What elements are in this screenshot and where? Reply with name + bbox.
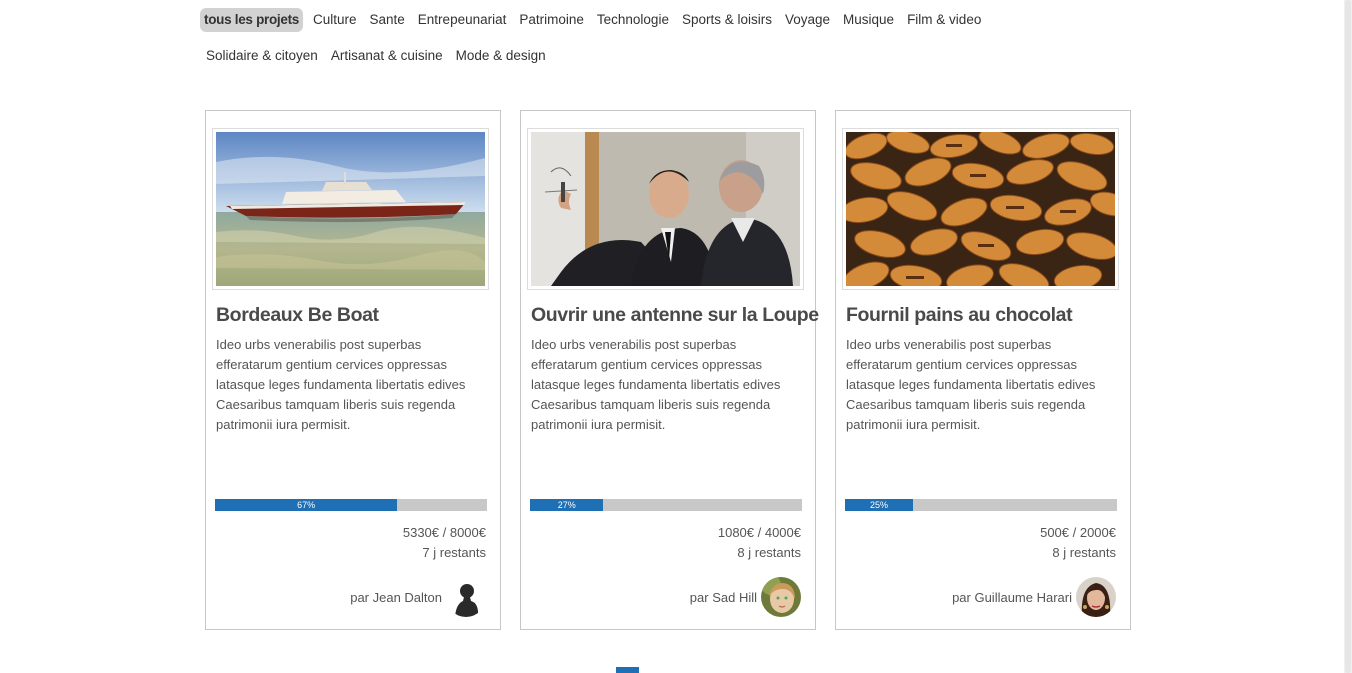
author-row: par Guillaume Harari xyxy=(952,577,1116,617)
project-photo-frame[interactable] xyxy=(842,128,1119,290)
days-remaining: 7 j restants xyxy=(422,545,486,560)
progress-percent: 67% xyxy=(297,500,316,510)
progress-percent: 27% xyxy=(557,500,576,510)
project-card[interactable]: Ouvrir une antenne sur la Loupe Ideo urb… xyxy=(520,110,819,630)
author-name[interactable]: par Sad Hill xyxy=(690,590,757,605)
project-photo-frame[interactable] xyxy=(527,128,804,290)
category-filter-bar: tous les projets Culture Sante Entrepeun… xyxy=(200,8,1080,67)
page-scrollbar[interactable] xyxy=(1344,0,1352,673)
project-description: Ideo urbs venerabilis post superbas effe… xyxy=(846,337,1096,432)
project-title[interactable]: Bordeaux Be Boat xyxy=(216,304,379,327)
funding-amount: 5330€ / 8000€ xyxy=(402,525,486,540)
boat-photo[interactable] xyxy=(216,132,485,286)
category-tab-patrimoine[interactable]: Patrimoine xyxy=(513,8,590,32)
progress-percent: 25% xyxy=(869,500,888,510)
category-tab-culture[interactable]: Culture xyxy=(307,8,363,32)
author-name[interactable]: par Jean Dalton xyxy=(350,590,442,605)
project-description: Ideo urbs venerabilis post superbas effe… xyxy=(531,337,781,432)
funding-progress-bar: 27% xyxy=(530,499,802,511)
days-remaining: 8 j restants xyxy=(737,545,801,560)
boat-illustration xyxy=(216,132,485,286)
pastries-illustration xyxy=(846,132,1115,286)
child-avatar-icon[interactable] xyxy=(761,577,801,617)
category-tab-sports-loisirs[interactable]: Sports & loisirs xyxy=(676,8,778,32)
category-tab-all[interactable]: tous les projets xyxy=(200,8,303,32)
pastries-photo[interactable] xyxy=(846,132,1115,286)
woman-avatar-icon[interactable] xyxy=(1076,577,1116,617)
days-remaining: 8 j restants xyxy=(1052,545,1116,560)
project-title[interactable]: Fournil pains au chocolat xyxy=(846,304,1073,327)
author-row: par Jean Dalton xyxy=(350,577,486,617)
category-tab-voyage[interactable]: Voyage xyxy=(779,8,836,32)
silhouette-avatar-icon[interactable] xyxy=(446,577,486,617)
category-tab-mode-design[interactable]: Mode & design xyxy=(450,44,552,67)
meeting-photo[interactable] xyxy=(531,132,800,286)
author-row: par Sad Hill xyxy=(690,577,801,617)
category-tab-musique[interactable]: Musique xyxy=(837,8,900,32)
category-tab-sante[interactable]: Sante xyxy=(364,8,411,32)
author-name[interactable]: par Guillaume Harari xyxy=(952,590,1072,605)
category-tab-artisanat-cuisine[interactable]: Artisanat & cuisine xyxy=(325,44,449,67)
project-card[interactable]: Fournil pains au chocolat Ideo urbs vene… xyxy=(835,110,1131,630)
funding-progress-bar: 25% xyxy=(845,499,1117,511)
project-title[interactable]: Ouvrir une antenne sur la Loupe xyxy=(531,304,819,327)
category-tab-technologie[interactable]: Technologie xyxy=(591,8,675,32)
category-tab-solidaire-citoyen[interactable]: Solidaire & citoyen xyxy=(200,44,324,67)
project-description: Ideo urbs venerabilis post superbas effe… xyxy=(216,337,466,432)
project-photo-frame[interactable] xyxy=(212,128,489,290)
scrollbar-thumb[interactable] xyxy=(1345,0,1351,673)
funding-amount: 500€ / 2000€ xyxy=(1040,525,1116,540)
category-tab-film-video[interactable]: Film & video xyxy=(901,8,987,32)
pagination-indicator[interactable] xyxy=(616,667,639,673)
project-card[interactable]: Bordeaux Be Boat Ideo urbs venerabilis p… xyxy=(205,110,501,630)
funding-amount: 1080€ / 4000€ xyxy=(717,525,801,540)
funding-progress-bar: 67% xyxy=(215,499,487,511)
meeting-illustration xyxy=(531,132,800,286)
project-card-grid: Bordeaux Be Boat Ideo urbs venerabilis p… xyxy=(205,110,1131,630)
category-tab-entrepeunariat[interactable]: Entrepeunariat xyxy=(412,8,513,32)
